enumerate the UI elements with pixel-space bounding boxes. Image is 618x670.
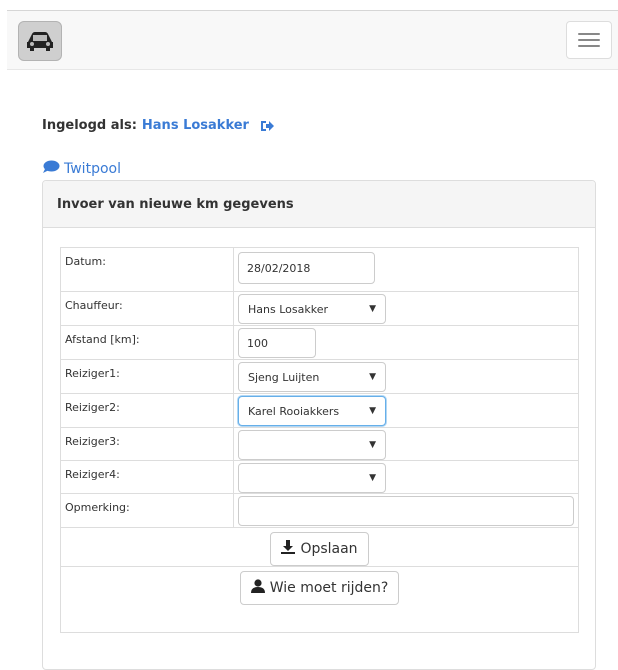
chauffeur-select[interactable]: Hans Losakker ▼ (238, 294, 386, 324)
reiziger1-select[interactable]: Sjeng Luijten ▼ (238, 362, 386, 392)
chevron-down-icon: ▼ (369, 440, 376, 450)
panel-title: Invoer van nieuwe km gegevens (43, 181, 595, 228)
km-entry-panel: Invoer van nieuwe km gegevens Datum: 28/… (42, 180, 596, 670)
reiziger2-select[interactable]: Karel Rooiakkers ▼ (238, 396, 386, 426)
reiziger3-select[interactable]: ▼ (238, 430, 386, 460)
datum-label: Datum: (60, 247, 234, 292)
chevron-down-icon: ▼ (369, 406, 376, 416)
reiziger4-select[interactable]: ▼ (238, 463, 386, 493)
opmerking-label: Opmerking: (60, 493, 234, 528)
afstand-input[interactable]: 100 (238, 328, 316, 358)
who-drives-button[interactable]: Wie moet rijden? (239, 571, 400, 605)
hamburger-menu-button[interactable] (566, 21, 612, 59)
twitpool-link[interactable]: Twitpool (42, 160, 121, 178)
reiziger4-label: Reiziger4: (60, 460, 234, 494)
navbar (7, 10, 618, 70)
reiziger3-label: Reiziger3: (60, 427, 234, 461)
comment-icon (42, 160, 60, 178)
datum-input[interactable]: 28/02/2018 (238, 252, 375, 284)
login-user-link[interactable]: Hans Losakker (142, 118, 249, 133)
chevron-down-icon: ▼ (369, 372, 376, 382)
hamburger-icon (578, 33, 600, 35)
km-entry-form: Datum: 28/02/2018 Chauffeur: Hans Losakk… (60, 247, 579, 633)
twitpool-label: Twitpool (64, 161, 121, 177)
chauffeur-label: Chauffeur: (60, 291, 234, 326)
afstand-label: Afstand [km]: (60, 325, 234, 360)
user-icon (250, 579, 265, 597)
chevron-down-icon: ▼ (369, 304, 376, 314)
opmerking-input[interactable] (238, 496, 574, 526)
login-prefix: Ingelogd als: (42, 118, 137, 133)
reiziger2-label: Reiziger2: (60, 393, 234, 428)
reiziger1-label: Reiziger1: (60, 359, 234, 394)
save-button[interactable]: Opslaan (270, 532, 369, 566)
car-logo-icon[interactable] (18, 21, 62, 61)
chevron-down-icon: ▼ (369, 473, 376, 483)
download-icon (281, 540, 296, 558)
sign-out-icon[interactable] (260, 120, 274, 132)
login-status: Ingelogd als: Hans Losakker (42, 118, 274, 133)
